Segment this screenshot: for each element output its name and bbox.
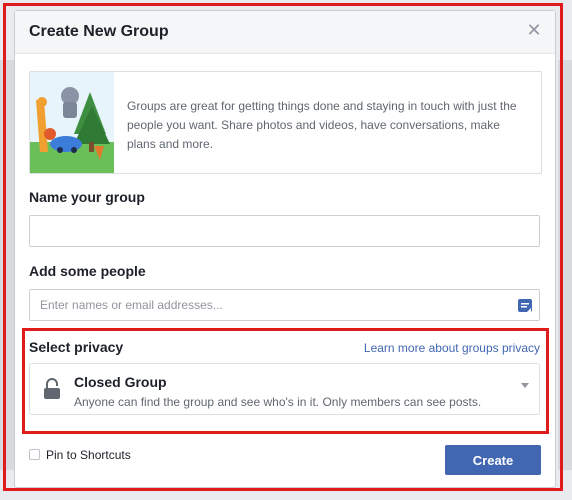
intro-box: Groups are great for getting things done… bbox=[29, 71, 542, 174]
add-people-input[interactable] bbox=[38, 290, 512, 320]
close-icon[interactable]: ✕ bbox=[525, 21, 543, 39]
add-people-label: Add some people bbox=[29, 263, 146, 279]
add-people-field[interactable] bbox=[29, 289, 540, 321]
dialog-header: Create New Group ✕ bbox=[15, 11, 555, 54]
pin-checkbox[interactable] bbox=[29, 449, 40, 460]
groups-illustration bbox=[30, 72, 114, 173]
dialog-title: Create New Group bbox=[29, 23, 169, 40]
create-button[interactable]: Create bbox=[445, 445, 541, 475]
name-group-label: Name your group bbox=[29, 189, 145, 205]
group-name-field[interactable] bbox=[29, 215, 540, 247]
privacy-highlight-frame bbox=[22, 328, 549, 434]
contact-picker-icon[interactable] bbox=[517, 298, 533, 314]
intro-text: Groups are great for getting things done… bbox=[127, 99, 517, 151]
group-name-input[interactable] bbox=[38, 216, 512, 246]
pin-label: Pin to Shortcuts bbox=[46, 448, 131, 462]
